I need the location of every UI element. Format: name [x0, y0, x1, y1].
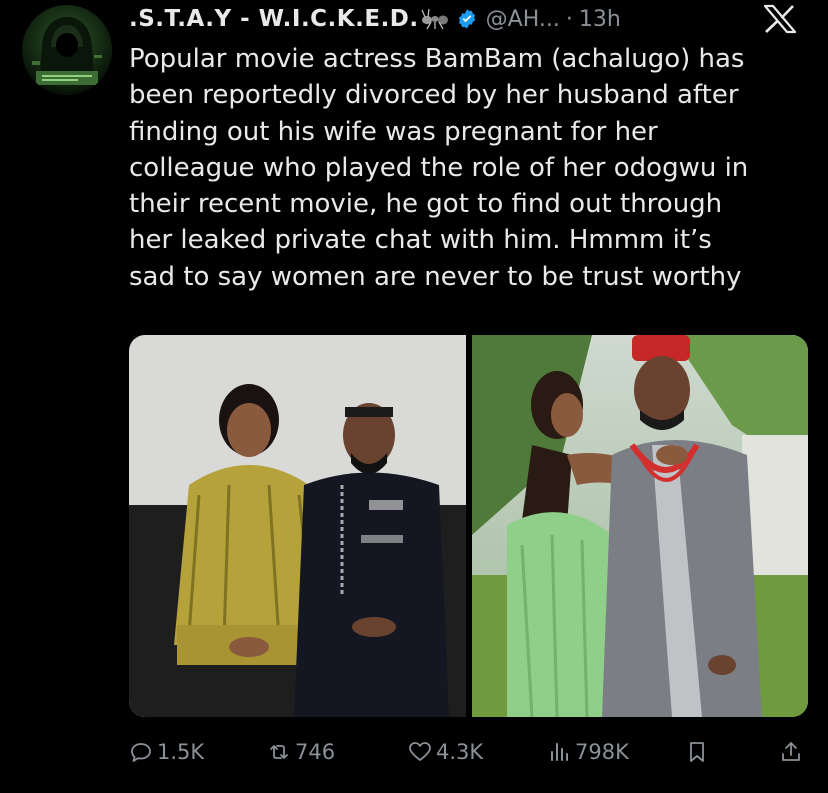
post-text: Popular movie actress BamBam (achalugo) …: [129, 44, 749, 292]
x-logo-icon: [762, 4, 798, 34]
post-time[interactable]: 13h: [579, 7, 621, 32]
reply-button[interactable]: 1.5K: [129, 732, 204, 772]
repost-count: 746: [295, 740, 336, 764]
like-count: 4.3K: [436, 740, 484, 764]
post-media[interactable]: [129, 335, 808, 717]
bookmark-icon: [690, 742, 704, 762]
action-bar: 1.5K 746 4.3K 798K: [129, 732, 809, 772]
author-handle[interactable]: @AH...: [486, 7, 560, 32]
views-chart-icon: [551, 743, 568, 761]
avatar[interactable]: [22, 5, 112, 95]
share-icon: [782, 742, 800, 761]
verified-badge-icon: [456, 8, 478, 30]
repost-icon: [270, 745, 288, 759]
ant-emoji-icon: [421, 8, 451, 30]
post-separator: ·: [565, 6, 573, 32]
views-count: 798K: [575, 740, 629, 764]
share-button[interactable]: [779, 732, 803, 772]
hooded-hacker-avatar-image: [22, 5, 112, 95]
photo-couple-seated[interactable]: [129, 335, 466, 717]
photo-couple-embracing[interactable]: [472, 335, 808, 717]
author-name[interactable]: .S.T.A.Y - W.I.C.K.E.D.: [129, 6, 419, 32]
heart-icon: [409, 742, 431, 761]
reply-icon: [131, 743, 151, 762]
repost-button[interactable]: 746: [267, 732, 335, 772]
post-header: .S.T.A.Y - W.I.C.K.E.D. @AH... · 13h: [129, 4, 621, 34]
views-button[interactable]: 798K: [547, 732, 629, 772]
bookmark-button[interactable]: [685, 732, 709, 772]
reply-count: 1.5K: [157, 740, 205, 764]
like-button[interactable]: 4.3K: [408, 732, 483, 772]
